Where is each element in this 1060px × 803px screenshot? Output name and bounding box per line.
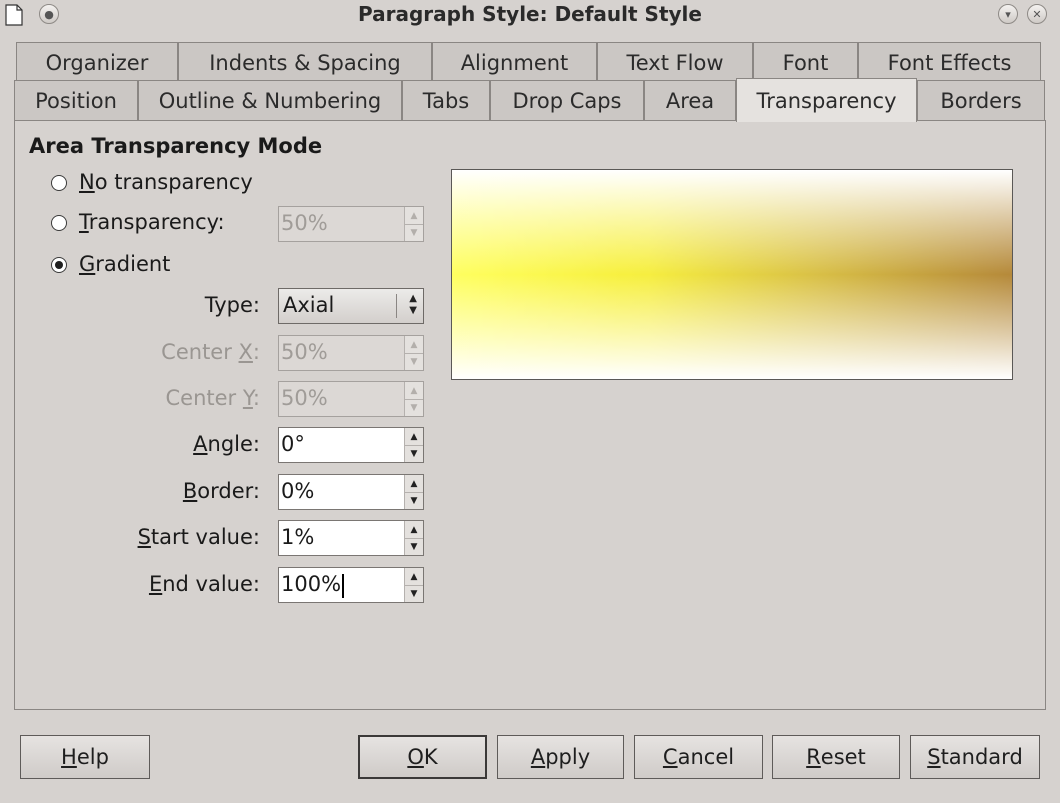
gradient-label[interactable]: Gradient <box>79 252 170 276</box>
section-title: Area Transparency Mode <box>29 134 323 158</box>
reset-button[interactable]: Reset <box>772 735 900 779</box>
angle-spinbox[interactable]: 0° ▲ ▼ <box>278 427 424 463</box>
no-transparency-radio[interactable] <box>51 175 67 191</box>
tab-transparency[interactable]: Transparency <box>736 78 917 122</box>
tab-outline-numbering[interactable]: Outline & Numbering <box>138 80 402 120</box>
border-label: Border: <box>182 479 260 503</box>
spin-up-icon[interactable]: ▲ <box>405 336 423 354</box>
tab-alignment[interactable]: Alignment <box>432 42 597 82</box>
window-title: Paragraph Style: Default Style <box>358 2 702 26</box>
spin-up-icon[interactable]: ▲ <box>405 428 423 446</box>
tab-area[interactable]: Area <box>644 80 736 120</box>
no-transparency-label[interactable]: No transparency <box>79 170 253 194</box>
close-button[interactable]: ✕ <box>1027 4 1047 24</box>
updown-arrow-icon: ▲ ▼ <box>409 293 417 316</box>
transparency-label[interactable]: Transparency: <box>79 210 225 234</box>
spin-down-icon[interactable]: ▼ <box>405 492 423 509</box>
center-y-label: Center Y: <box>165 386 260 410</box>
gradient-radio[interactable] <box>51 257 67 273</box>
angle-value: 0° <box>281 432 305 456</box>
spin-down-icon[interactable]: ▼ <box>405 399 423 416</box>
start-value-spinbox[interactable]: 1% ▲ ▼ <box>278 520 424 556</box>
type-dropdown[interactable]: Axial ▲ ▼ <box>278 288 424 324</box>
transparency-value: 50% <box>281 211 328 235</box>
center-y-spinbox[interactable]: 50% ▲ ▼ <box>278 381 424 417</box>
tab-indents-spacing[interactable]: Indents & Spacing <box>178 42 432 82</box>
cancel-button[interactable]: Cancel <box>634 735 763 779</box>
minimize-button[interactable]: ▾ <box>998 4 1018 24</box>
spin-up-icon[interactable]: ▲ <box>405 207 423 225</box>
end-value-spinbox[interactable]: 100% ▲ ▼ <box>278 567 424 603</box>
center-x-spinbox[interactable]: 50% ▲ ▼ <box>278 335 424 371</box>
spin-down-icon[interactable]: ▼ <box>405 445 423 462</box>
tab-tabs[interactable]: Tabs <box>402 80 490 120</box>
center-y-value: 50% <box>281 386 328 410</box>
border-spinbox[interactable]: 0% ▲ ▼ <box>278 474 424 510</box>
spin-down-icon[interactable]: ▼ <box>405 585 423 602</box>
center-x-value: 50% <box>281 340 328 364</box>
tab-font[interactable]: Font <box>753 42 858 82</box>
radio-selected-dot <box>55 261 63 269</box>
ok-button[interactable]: OK <box>358 735 487 779</box>
chevron-down-icon: ▾ <box>1005 7 1011 21</box>
tab-organizer[interactable]: Organizer <box>16 42 178 82</box>
apply-button[interactable]: Apply <box>497 735 624 779</box>
text-cursor <box>342 574 344 598</box>
tab-borders[interactable]: Borders <box>917 80 1045 120</box>
spin-down-icon[interactable]: ▼ <box>405 538 423 555</box>
type-value: Axial <box>283 293 335 317</box>
close-icon: ✕ <box>1032 7 1042 21</box>
tab-font-effects[interactable]: Font Effects <box>858 42 1041 82</box>
type-label: Type: <box>204 293 260 317</box>
spin-up-icon[interactable]: ▲ <box>405 475 423 493</box>
tab-text-flow[interactable]: Text Flow <box>597 42 753 82</box>
spin-up-icon[interactable]: ▲ <box>405 568 423 586</box>
spin-down-icon[interactable]: ▼ <box>405 353 423 370</box>
spin-up-icon[interactable]: ▲ <box>405 521 423 539</box>
transparency-value-spinbox[interactable]: 50% ▲ ▼ <box>278 206 424 242</box>
transparency-radio[interactable] <box>51 215 67 231</box>
spin-up-icon[interactable]: ▲ <box>405 382 423 400</box>
gradient-preview <box>451 169 1013 380</box>
border-value: 0% <box>281 479 315 503</box>
start-value-label: Start value: <box>137 525 260 549</box>
standard-button[interactable]: Standard <box>910 735 1040 779</box>
tab-drop-caps[interactable]: Drop Caps <box>490 80 644 120</box>
end-value-label: End value: <box>148 572 260 596</box>
tab-position[interactable]: Position <box>14 80 138 120</box>
angle-label: Angle: <box>193 432 260 456</box>
help-button[interactable]: Help <box>20 735 150 779</box>
spin-down-icon[interactable]: ▼ <box>405 224 423 241</box>
start-value: 1% <box>281 525 315 549</box>
center-x-label: Center X: <box>161 340 260 364</box>
end-value: 100% <box>281 572 342 596</box>
